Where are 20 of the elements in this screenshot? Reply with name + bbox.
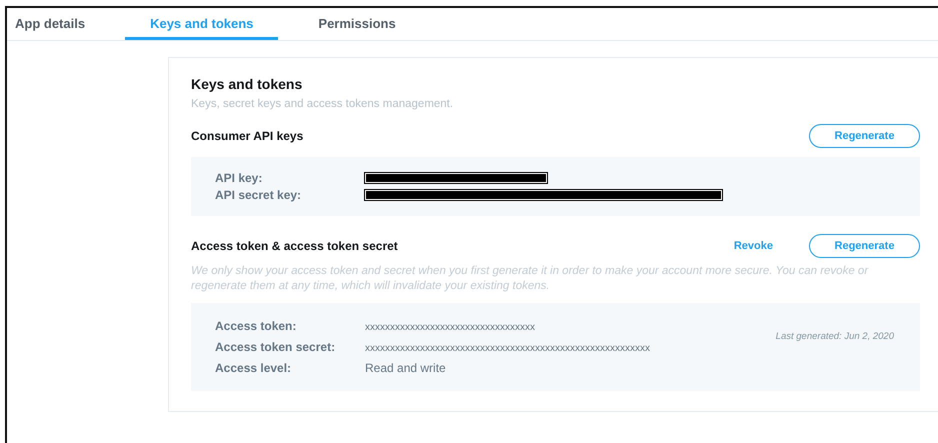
field-label: Access token secret: [215,340,336,354]
revoke-link[interactable]: Revoke [734,240,773,252]
field-label: Access token: [215,319,298,333]
tab[interactable]: App details [7,8,94,40]
token-value: xxxxxxxxxxxxxxxxxxxxxxxxxxxxxxxxxx [365,322,535,333]
tab[interactable]: Permissions [310,8,404,40]
card-subtitle: Keys, secret keys and access tokens management. [191,98,454,110]
regenerate-button[interactable]: Regenerate [809,234,920,258]
field-label: API key: [215,171,264,185]
card-title: Keys and tokens [191,76,304,92]
field-label: Access level: [215,361,292,375]
field-label: API secret key: [215,188,302,202]
tab[interactable]: Keys and tokens [125,8,278,40]
section-description: We only show your access token and secret when you first generate it in order to make your account more secure. You can revoke or regenerate them at any time, which will invalidate your existing tokens. [191,264,870,294]
regenerate-button[interactable]: Regenerate [809,124,920,148]
section-heading: Access token & access token secret [191,239,398,253]
field-value: Read and write [365,361,446,375]
token-value: xxxxxxxxxxxxxxxxxxxxxxxxxxxxxxxxxxxxxxxxxxxxxxxxxxxxxxxxx [365,343,650,354]
section-heading: Consumer API keys [191,129,304,143]
last-generated-note: Last generated: Jun 2, 2020 [776,330,895,344]
